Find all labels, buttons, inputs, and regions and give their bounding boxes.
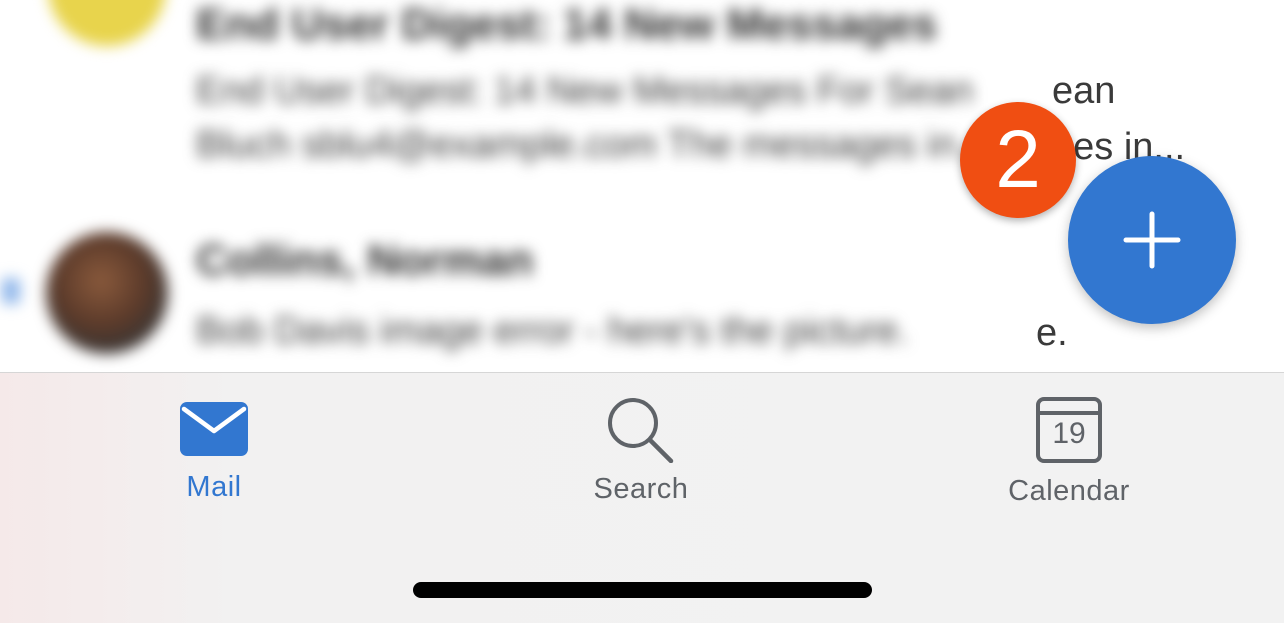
email-sender: End User Digest: 14 New Messages bbox=[196, 0, 937, 49]
tab-search-label: Search bbox=[593, 473, 689, 505]
tab-search[interactable]: Search bbox=[531, 395, 751, 506]
email-preview-line: Bluch sblu4@example.com The messages in.… bbox=[196, 124, 988, 166]
calendar-day-number: 19 bbox=[1052, 417, 1086, 450]
email-preview-fragment: ean bbox=[1052, 70, 1116, 112]
sender-avatar[interactable] bbox=[48, 0, 166, 46]
sender-avatar[interactable] bbox=[46, 232, 168, 354]
calendar-icon: 19 bbox=[1036, 397, 1102, 463]
home-indicator[interactable] bbox=[413, 582, 872, 598]
tab-mail[interactable]: Mail bbox=[104, 401, 324, 504]
tab-calendar[interactable]: 19 Calendar bbox=[959, 397, 1179, 508]
tab-calendar-label: Calendar bbox=[1008, 475, 1130, 507]
unread-indicator bbox=[2, 278, 20, 304]
plus-icon bbox=[1123, 211, 1181, 269]
email-preview-fragment: e. bbox=[1036, 312, 1068, 354]
email-preview-line: End User Digest: 14 New Messages For Sea… bbox=[196, 70, 974, 112]
email-preview-line: Bob Davis image error - here's the pictu… bbox=[196, 310, 909, 352]
mail-icon bbox=[180, 402, 248, 456]
search-icon bbox=[608, 398, 674, 463]
email-sender: Collins, Norman bbox=[196, 236, 534, 285]
tab-mail-label: Mail bbox=[186, 471, 242, 503]
step-callout-badge: 2 bbox=[960, 102, 1076, 218]
compose-button[interactable] bbox=[1068, 156, 1236, 324]
